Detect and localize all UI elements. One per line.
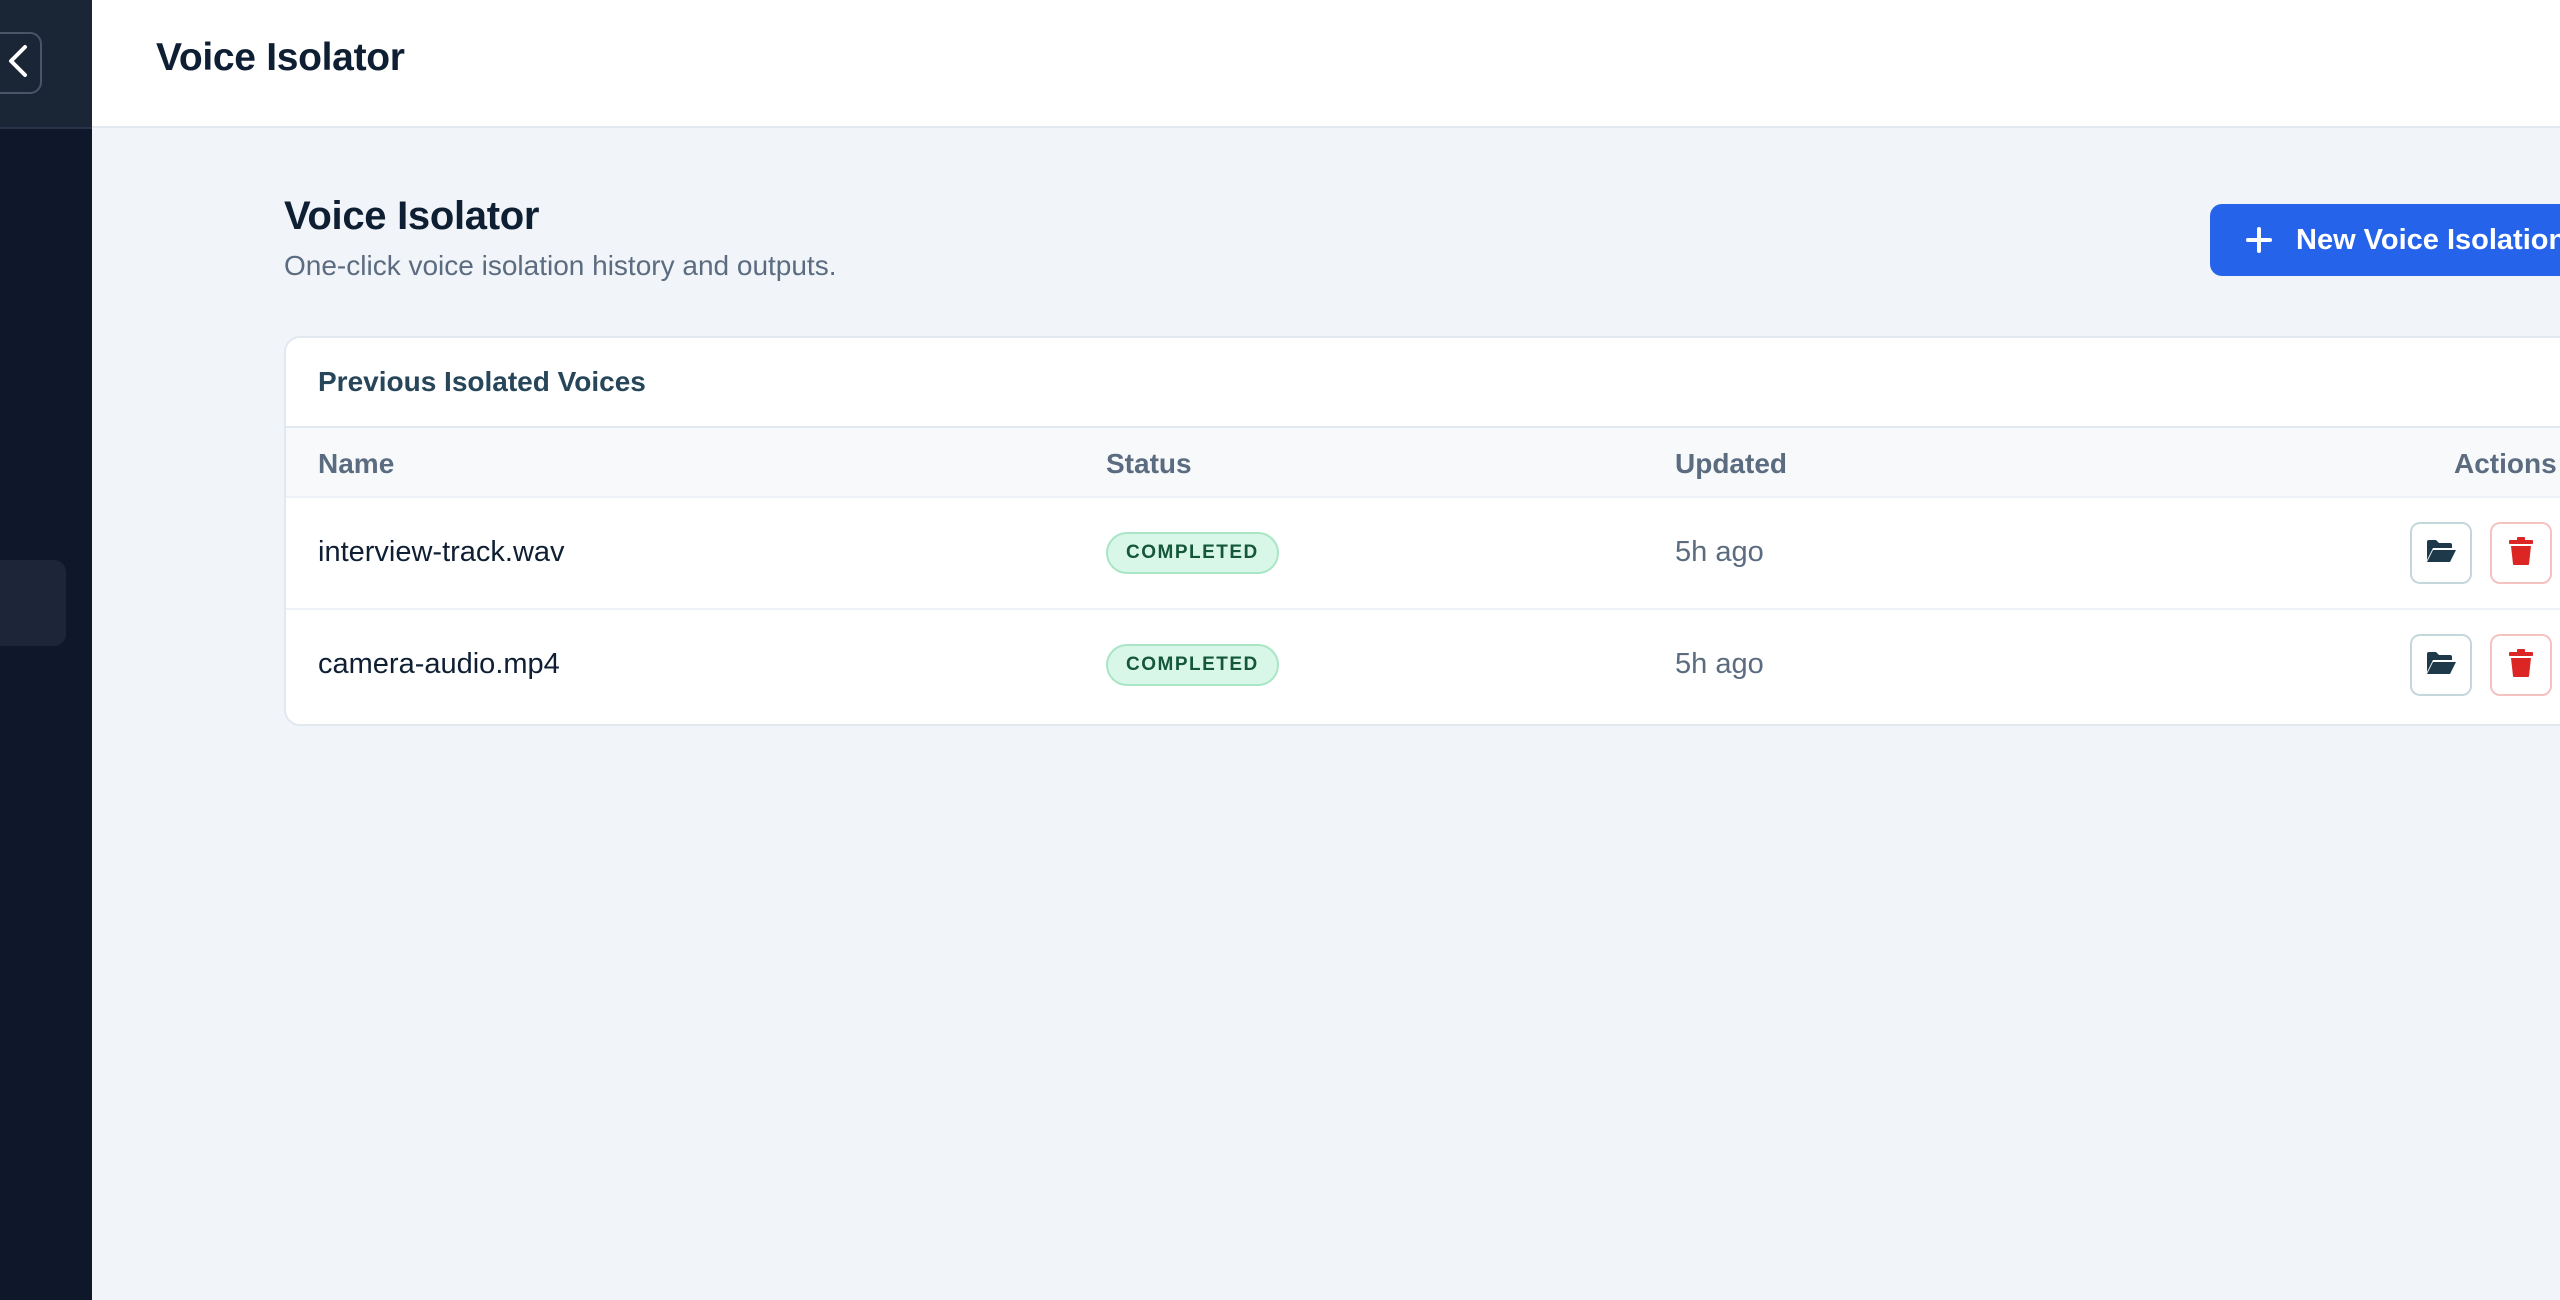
table-row: interview-track.wav COMPLETED 5h ago bbox=[286, 498, 2560, 610]
table-header: Name Status Updated Actions bbox=[286, 426, 2560, 498]
plus-icon bbox=[2246, 227, 2272, 253]
status-badge: COMPLETED bbox=[1106, 532, 1279, 574]
sidebar-item-active[interactable] bbox=[0, 560, 66, 646]
row-name: interview-track.wav bbox=[318, 536, 565, 568]
status-badge: COMPLETED bbox=[1106, 644, 1279, 686]
open-folder-button[interactable] bbox=[2410, 634, 2472, 696]
open-folder-button[interactable] bbox=[2410, 522, 2472, 584]
column-header-status: Status bbox=[1106, 448, 1192, 479]
card-title: Previous Isolated Voices bbox=[318, 366, 646, 397]
delete-button[interactable] bbox=[2490, 522, 2552, 584]
page-subtitle: One-click voice isolation history and ou… bbox=[284, 250, 837, 281]
sidebar bbox=[0, 0, 92, 1300]
table-row: camera-audio.mp4 COMPLETED 5h ago bbox=[286, 610, 2560, 722]
folder-open-icon bbox=[2425, 650, 2457, 681]
new-voice-isolation-label: New Voice Isolation bbox=[2296, 223, 2560, 256]
folder-open-icon bbox=[2425, 538, 2457, 569]
row-updated: 5h ago bbox=[1675, 536, 1764, 568]
trash-icon bbox=[2509, 536, 2533, 570]
new-voice-isolation-button[interactable]: New Voice Isolation bbox=[2210, 204, 2560, 276]
header-title: Voice Isolator bbox=[156, 36, 405, 79]
column-header-name: Name bbox=[318, 448, 395, 479]
top-header: Voice Isolator bbox=[92, 0, 2560, 128]
sidebar-collapse-button[interactable] bbox=[0, 32, 42, 94]
column-header-actions: Actions bbox=[2454, 448, 2557, 479]
previous-isolated-voices-card: Previous Isolated Voices Name Status Upd… bbox=[284, 336, 2560, 726]
column-header-updated: Updated bbox=[1675, 448, 1787, 479]
chevron-left-icon bbox=[0, 44, 29, 83]
row-name: camera-audio.mp4 bbox=[318, 648, 560, 680]
page-title: Voice Isolator bbox=[284, 194, 540, 238]
row-updated: 5h ago bbox=[1675, 648, 1764, 680]
trash-icon bbox=[2509, 648, 2533, 682]
delete-button[interactable] bbox=[2490, 634, 2552, 696]
